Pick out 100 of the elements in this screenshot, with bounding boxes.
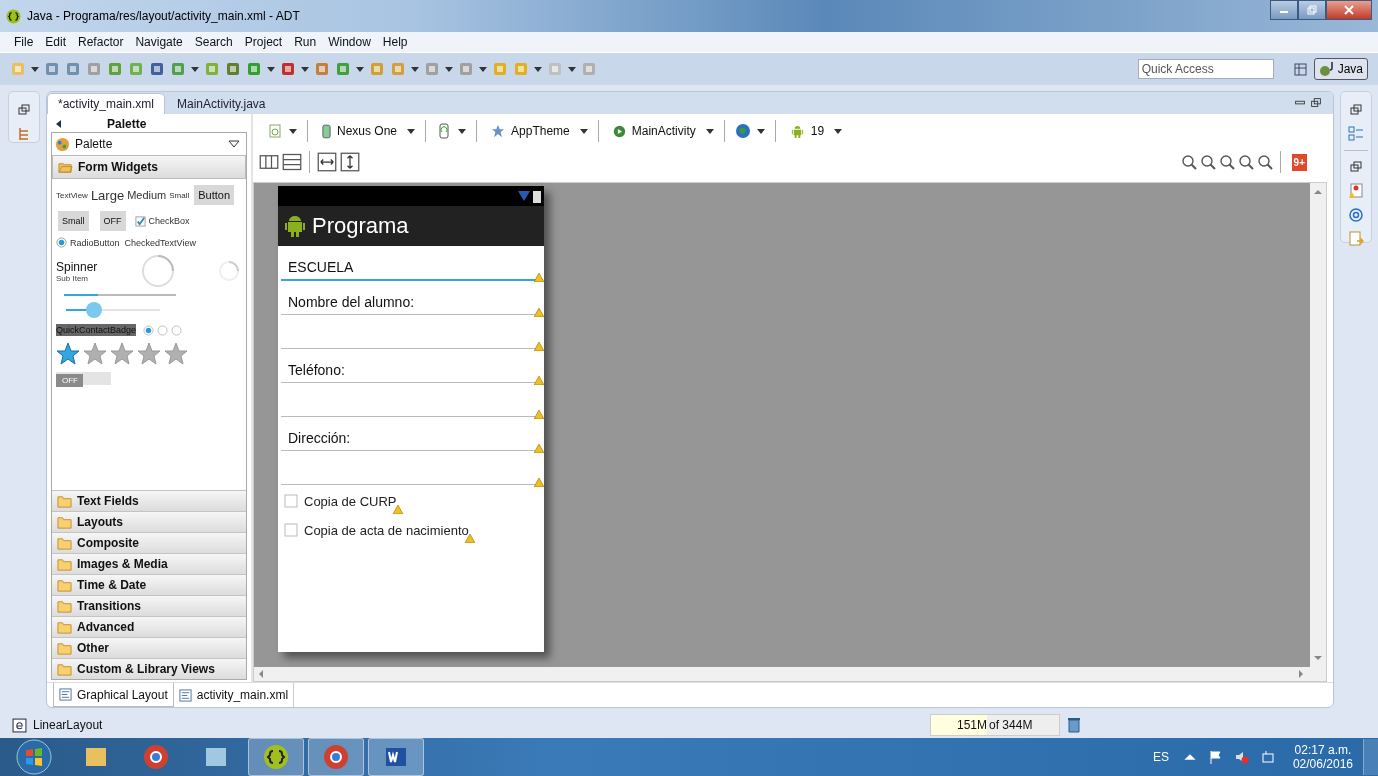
api-level-selector[interactable]: 19 xyxy=(785,123,829,139)
palette-category[interactable]: Advanced xyxy=(52,616,246,637)
declaration-icon[interactable] xyxy=(1348,231,1364,247)
flag-icon[interactable] xyxy=(1208,750,1223,764)
caret-icon[interactable] xyxy=(407,127,416,135)
star-icon[interactable] xyxy=(164,342,188,366)
checkbox[interactable] xyxy=(284,523,298,537)
scroll-left-icon[interactable] xyxy=(258,670,264,678)
start-button-icon[interactable] xyxy=(16,739,52,775)
palette-category[interactable]: Other xyxy=(52,637,246,658)
columns-icon[interactable] xyxy=(259,152,279,172)
caret-icon[interactable] xyxy=(31,65,39,73)
editor-tab[interactable]: *activity_main.xml xyxy=(47,93,166,114)
clock[interactable]: 02:17 a.m. 02/06/2016 xyxy=(1292,743,1353,771)
radio-sample[interactable] xyxy=(157,324,169,336)
language-indicator[interactable]: ES xyxy=(1152,750,1169,764)
text-sample[interactable]: Small xyxy=(169,190,190,200)
menu-item[interactable]: Project xyxy=(244,35,283,49)
restore-icon[interactable] xyxy=(1348,159,1364,175)
network-icon[interactable] xyxy=(1260,750,1275,764)
scroll-up-icon[interactable] xyxy=(1314,189,1322,195)
text-sample[interactable]: Medium xyxy=(127,189,167,201)
editor-tab[interactable]: MainActivity.java xyxy=(167,94,276,114)
palette-category[interactable]: Custom & Library Views xyxy=(52,658,246,679)
caret-icon[interactable] xyxy=(568,65,576,73)
scroll-down-icon[interactable] xyxy=(1314,655,1322,661)
menu-item[interactable]: Run xyxy=(294,35,317,49)
editor-mode-tab[interactable]: activity_main.xml xyxy=(173,683,295,707)
menu-item[interactable]: File xyxy=(14,35,34,49)
device-selector[interactable]: Nexus One xyxy=(318,123,402,139)
radio-sample[interactable] xyxy=(56,237,67,248)
menu-item[interactable]: Search xyxy=(194,35,233,49)
star-icon[interactable] xyxy=(83,342,107,366)
toggle-button-sample[interactable]: OFF xyxy=(99,211,126,231)
at-sign-icon[interactable] xyxy=(1348,207,1364,223)
restore-icon[interactable] xyxy=(1348,102,1364,118)
palette-category[interactable]: Time & Date xyxy=(52,574,246,595)
open-perspective-icon[interactable] xyxy=(1292,61,1309,77)
lint-warnings-badge[interactable]: 9+ xyxy=(1291,153,1307,171)
checkbox-sample[interactable] xyxy=(134,215,146,227)
radio-sample[interactable] xyxy=(143,324,155,336)
menu-item[interactable]: Navigate xyxy=(135,35,183,49)
maximize-icon[interactable] xyxy=(1309,96,1323,110)
palette-category[interactable]: Transitions xyxy=(52,595,246,616)
radio-sample[interactable] xyxy=(171,324,183,336)
spinner-sample[interactable]: Spinner xyxy=(56,259,98,274)
palette-category[interactable]: Images & Media xyxy=(52,553,246,574)
caret-icon[interactable] xyxy=(289,127,297,135)
text-field[interactable]: Teléfono: xyxy=(281,349,543,383)
restore-button[interactable] xyxy=(1298,0,1326,20)
close-button[interactable] xyxy=(1326,0,1372,20)
vertical-arrows-icon[interactable] xyxy=(340,152,360,172)
caret-icon[interactable] xyxy=(479,65,487,73)
text-field[interactable]: ESCUELA xyxy=(281,246,543,281)
editor-mode-tab[interactable]: Graphical Layout xyxy=(53,683,174,707)
checkbox[interactable] xyxy=(284,494,298,508)
scroll-right-icon[interactable] xyxy=(1298,670,1304,678)
caret-icon[interactable] xyxy=(301,65,309,73)
star-icon[interactable] xyxy=(137,342,161,366)
menu-item[interactable]: Edit xyxy=(45,35,67,49)
menu-item[interactable]: Window xyxy=(328,35,371,49)
palette-category[interactable]: Layouts xyxy=(52,511,246,532)
trash-icon[interactable] xyxy=(1066,717,1082,733)
caret-icon[interactable] xyxy=(267,65,275,73)
globe-icon[interactable] xyxy=(734,123,751,139)
restore-icon[interactable] xyxy=(16,102,32,118)
palette-category[interactable]: Form Widgets xyxy=(52,155,246,179)
braces-taskbar-button[interactable] xyxy=(248,738,304,776)
star-icon[interactable] xyxy=(56,342,80,366)
caret-icon[interactable] xyxy=(534,65,542,73)
collapse-icon[interactable] xyxy=(55,120,63,128)
caret-icon[interactable] xyxy=(458,127,467,135)
problems-icon[interactable] xyxy=(1348,183,1364,199)
text-sample[interactable]: TextView xyxy=(56,190,88,200)
vertical-scrollbar[interactable] xyxy=(1310,183,1326,667)
caret-icon[interactable] xyxy=(191,65,199,73)
caret-icon[interactable] xyxy=(705,127,714,135)
theme-selector[interactable]: AppTheme xyxy=(487,124,574,138)
small-button-sample[interactable]: Small xyxy=(58,211,89,231)
palette-category[interactable]: Text Fields xyxy=(52,490,246,511)
chrome-taskbar-button[interactable] xyxy=(308,738,364,776)
menu-item[interactable]: Help xyxy=(382,35,408,49)
button-sample[interactable]: Button xyxy=(194,185,235,205)
checked-text-sample[interactable]: CheckedTextView xyxy=(124,237,196,248)
activity-selector[interactable]: MainActivity xyxy=(608,124,700,138)
text-field[interactable]: Nombre del alumno: xyxy=(281,281,543,315)
caret-icon[interactable] xyxy=(356,65,364,73)
caret-icon[interactable] xyxy=(445,65,453,73)
outline-icon[interactable] xyxy=(1348,126,1364,142)
java-perspective-button[interactable]: Java xyxy=(1313,58,1368,80)
word-taskbar-button[interactable] xyxy=(368,738,424,776)
horizontal-scrollbar[interactable] xyxy=(254,667,1326,681)
horizontal-arrows-icon[interactable] xyxy=(317,152,337,172)
palette-category[interactable]: Composite xyxy=(52,532,246,553)
palette-dropdown[interactable]: Palette xyxy=(52,133,246,155)
rows-icon[interactable] xyxy=(282,152,302,172)
quick-access-field[interactable]: Quick Access xyxy=(1137,59,1274,79)
star-icon[interactable] xyxy=(110,342,134,366)
caret-icon[interactable] xyxy=(579,127,588,135)
text-field[interactable]: Dirección: xyxy=(281,417,543,451)
